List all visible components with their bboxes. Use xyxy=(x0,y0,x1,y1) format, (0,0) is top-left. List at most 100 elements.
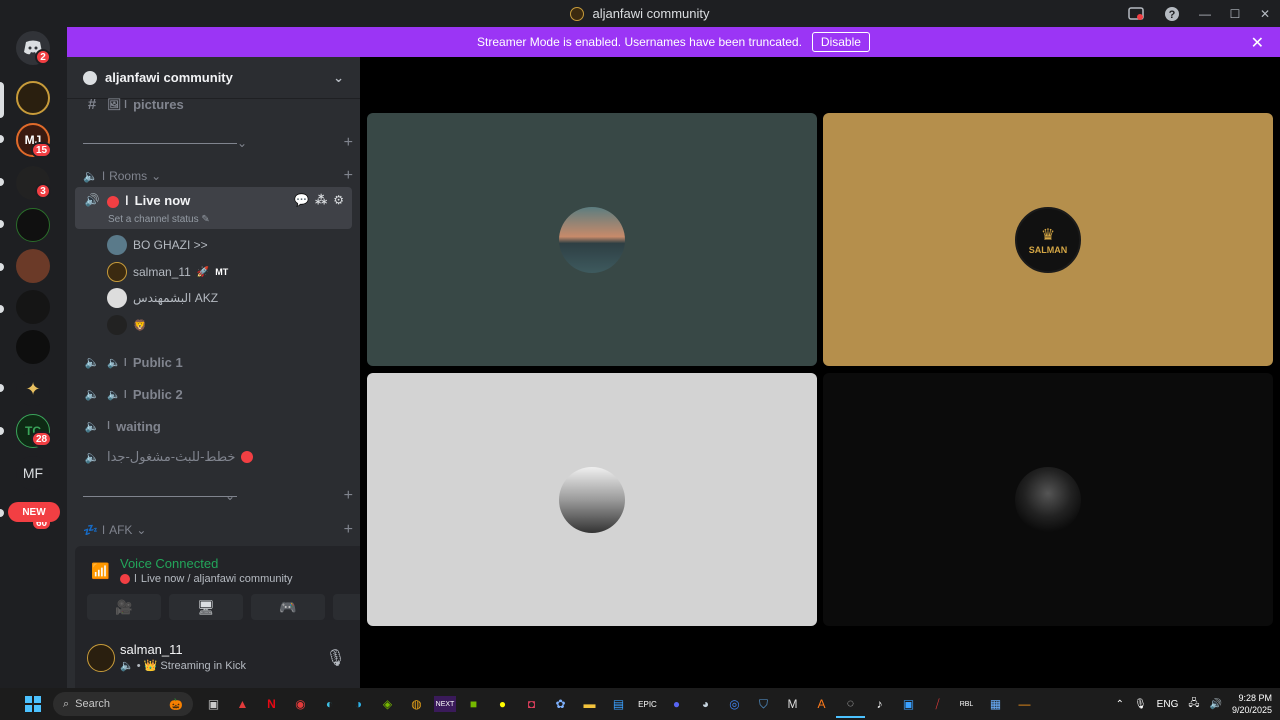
chrome-alt-icon[interactable]: ◎ xyxy=(720,690,749,718)
server-8[interactable]: ✦ xyxy=(16,372,50,406)
volume-icon[interactable]: 🔊 xyxy=(1210,699,1222,710)
add-channel-icon[interactable]: + xyxy=(344,521,353,539)
participant-tile[interactable] xyxy=(367,113,817,366)
shield-icon[interactable]: ⛉ xyxy=(749,690,778,718)
server-name: aljanfawi community xyxy=(105,70,233,85)
voice-user[interactable]: 🦁 xyxy=(107,313,147,337)
voice-user[interactable]: البشمهندس AKZ xyxy=(107,286,218,310)
channel-public-2[interactable]: 🔈 🔈 ǀ Public 2 xyxy=(75,378,352,410)
channel-waiting[interactable]: 🔈 ǀ waiting xyxy=(75,410,352,442)
activity-button[interactable]: 🎮 xyxy=(251,594,325,620)
divider xyxy=(83,496,237,497)
voice-user[interactable]: BO GHAZI >> xyxy=(107,233,208,257)
language-indicator[interactable]: ENG xyxy=(1157,699,1179,710)
status-label: Set a channel status xyxy=(108,214,199,225)
signal-icon[interactable]: 📶 xyxy=(91,562,110,580)
category-afk[interactable]: 💤 ǀ AFK ⌄ + xyxy=(83,520,353,540)
invite-icon[interactable]: ⁂ xyxy=(315,193,327,207)
category-sep: ǀ xyxy=(101,169,106,183)
participant-tile[interactable] xyxy=(367,373,817,626)
unread-pill xyxy=(0,384,4,392)
copilot-icon[interactable]: ✿ xyxy=(546,690,575,718)
channel-sidebar: aljanfawi community ⌄ # 🖼 ǀ pictures ⌄ +… xyxy=(67,57,418,688)
nvidia-app-icon[interactable]: ■ xyxy=(459,690,488,718)
gear-icon[interactable]: ⚙ xyxy=(333,193,344,207)
divider-category[interactable]: ⌄ + xyxy=(237,133,353,153)
divider-category[interactable]: ⌄ + xyxy=(225,486,353,506)
clock[interactable]: 9:28 PM 9/20/2025 xyxy=(1232,692,1272,716)
channel-status[interactable]: Set a channel status ✎ xyxy=(108,214,210,225)
disable-streamer-mode-button[interactable]: Disable xyxy=(811,32,870,52)
channel-label: Public 1 xyxy=(132,354,183,370)
nvidia-icon[interactable]: ◈ xyxy=(373,690,402,718)
taskbar-search[interactable]: ⌕ Search 🎃 xyxy=(53,692,193,716)
chevron-down-icon: ⌄ xyxy=(225,489,236,503)
microphone-icon[interactable]: 🎙 xyxy=(325,648,345,668)
close-window-button[interactable]: ✕ xyxy=(1250,0,1280,27)
chrome-icon[interactable]: ◍ xyxy=(402,690,431,718)
server-5[interactable] xyxy=(16,249,50,283)
minimize-button[interactable]: — xyxy=(1190,0,1220,27)
server-7[interactable] xyxy=(16,330,50,364)
edge-icon[interactable]: ◐ xyxy=(315,690,344,718)
network-icon[interactable]: 🖧 xyxy=(1188,696,1199,713)
voice-subtitle-row[interactable]: ǀ Live now / aljanfawi community xyxy=(120,573,292,585)
participant-tile[interactable]: ♛ SALMAN xyxy=(823,113,1273,366)
next-icon[interactable]: NEXT xyxy=(434,696,456,712)
server-4[interactable] xyxy=(16,208,50,242)
snapchat-icon[interactable]: ● xyxy=(488,690,517,718)
folder-icon[interactable]: ▬ xyxy=(575,690,604,718)
app-icon-image[interactable]: ▦ xyxy=(981,690,1010,718)
app-icon-orange-line[interactable]: — xyxy=(1010,690,1039,718)
chat-icon[interactable]: 💬 xyxy=(294,193,309,207)
active-app-icon[interactable]: ◌ xyxy=(836,690,865,718)
maximize-button[interactable]: ☐ xyxy=(1220,0,1250,27)
add-channel-icon[interactable]: + xyxy=(344,134,353,152)
chevron-up-icon[interactable]: ⌃ xyxy=(1116,699,1124,710)
app-icon-m[interactable]: M xyxy=(778,690,807,718)
tiktok-icon[interactable]: ♪ xyxy=(865,690,894,718)
close-icon[interactable]: ✕ xyxy=(1251,33,1264,53)
help-icon[interactable]: ? xyxy=(1154,0,1190,27)
voice-user[interactable]: salman_11 🚀 MT xyxy=(107,260,228,284)
camera-button[interactable]: 🎥 xyxy=(87,594,161,620)
category-rooms[interactable]: 🔈 ǀ Rooms ⌄ + xyxy=(83,166,353,186)
netflix-icon[interactable]: N xyxy=(257,690,286,718)
username: البشمهندس AKZ xyxy=(133,291,219,305)
app-icon-red-slash[interactable]: ⧸ xyxy=(923,690,952,718)
instagram-icon[interactable]: ◘ xyxy=(517,690,546,718)
channel-pictures[interactable]: # 🖼 ǀ pictures xyxy=(75,89,352,119)
channel-label: pictures xyxy=(133,96,184,112)
app-icon-text[interactable]: RBL xyxy=(952,690,981,718)
screen-share-button[interactable]: 🖥 xyxy=(169,594,243,620)
participant-tile[interactable] xyxy=(823,373,1273,626)
avatar xyxy=(107,288,127,308)
server-aljanfawi[interactable] xyxy=(16,81,50,115)
steam-icon[interactable]: ◕ xyxy=(691,690,720,718)
app-icon-orange-a[interactable]: A xyxy=(807,690,836,718)
discord-taskbar-icon[interactable]: ● xyxy=(662,690,691,718)
add-channel-icon[interactable]: + xyxy=(344,487,353,505)
browser-icon[interactable]: ◑ xyxy=(344,690,373,718)
pencil-icon: ✎ xyxy=(201,214,210,225)
app-icon-blue-window[interactable]: ▣ xyxy=(894,690,923,718)
server-mf[interactable]: MF xyxy=(16,456,50,490)
channel-label: خطط-للبث-مشغول-جدا xyxy=(107,449,236,464)
inbox-icon[interactable] xyxy=(1118,0,1154,27)
app-icon-red-a[interactable]: ▲ xyxy=(228,690,257,718)
add-channel-icon[interactable]: + xyxy=(344,167,353,185)
user-name[interactable]: salman_11 xyxy=(120,642,183,657)
channel-busy[interactable]: 🔈 خطط-للبث-مشغول-جدا xyxy=(75,441,352,473)
epic-icon[interactable]: EPIC xyxy=(633,690,662,718)
task-view-icon[interactable]: ▣ xyxy=(199,690,228,718)
microphone-icon[interactable]: 🎙 xyxy=(1134,699,1147,710)
store-icon[interactable]: ▤ xyxy=(604,690,633,718)
server-6[interactable] xyxy=(16,290,50,324)
category-label: AFK xyxy=(109,523,133,537)
channel-public-1[interactable]: 🔈 🔈 ǀ Public 1 xyxy=(75,346,352,378)
user-avatar[interactable] xyxy=(87,644,115,672)
start-button[interactable] xyxy=(18,690,47,718)
titlebar-controls: ? — ☐ ✕ xyxy=(1118,0,1280,27)
app-icon-red-circle[interactable]: ◉ xyxy=(286,690,315,718)
sep: ǀ xyxy=(134,573,137,585)
